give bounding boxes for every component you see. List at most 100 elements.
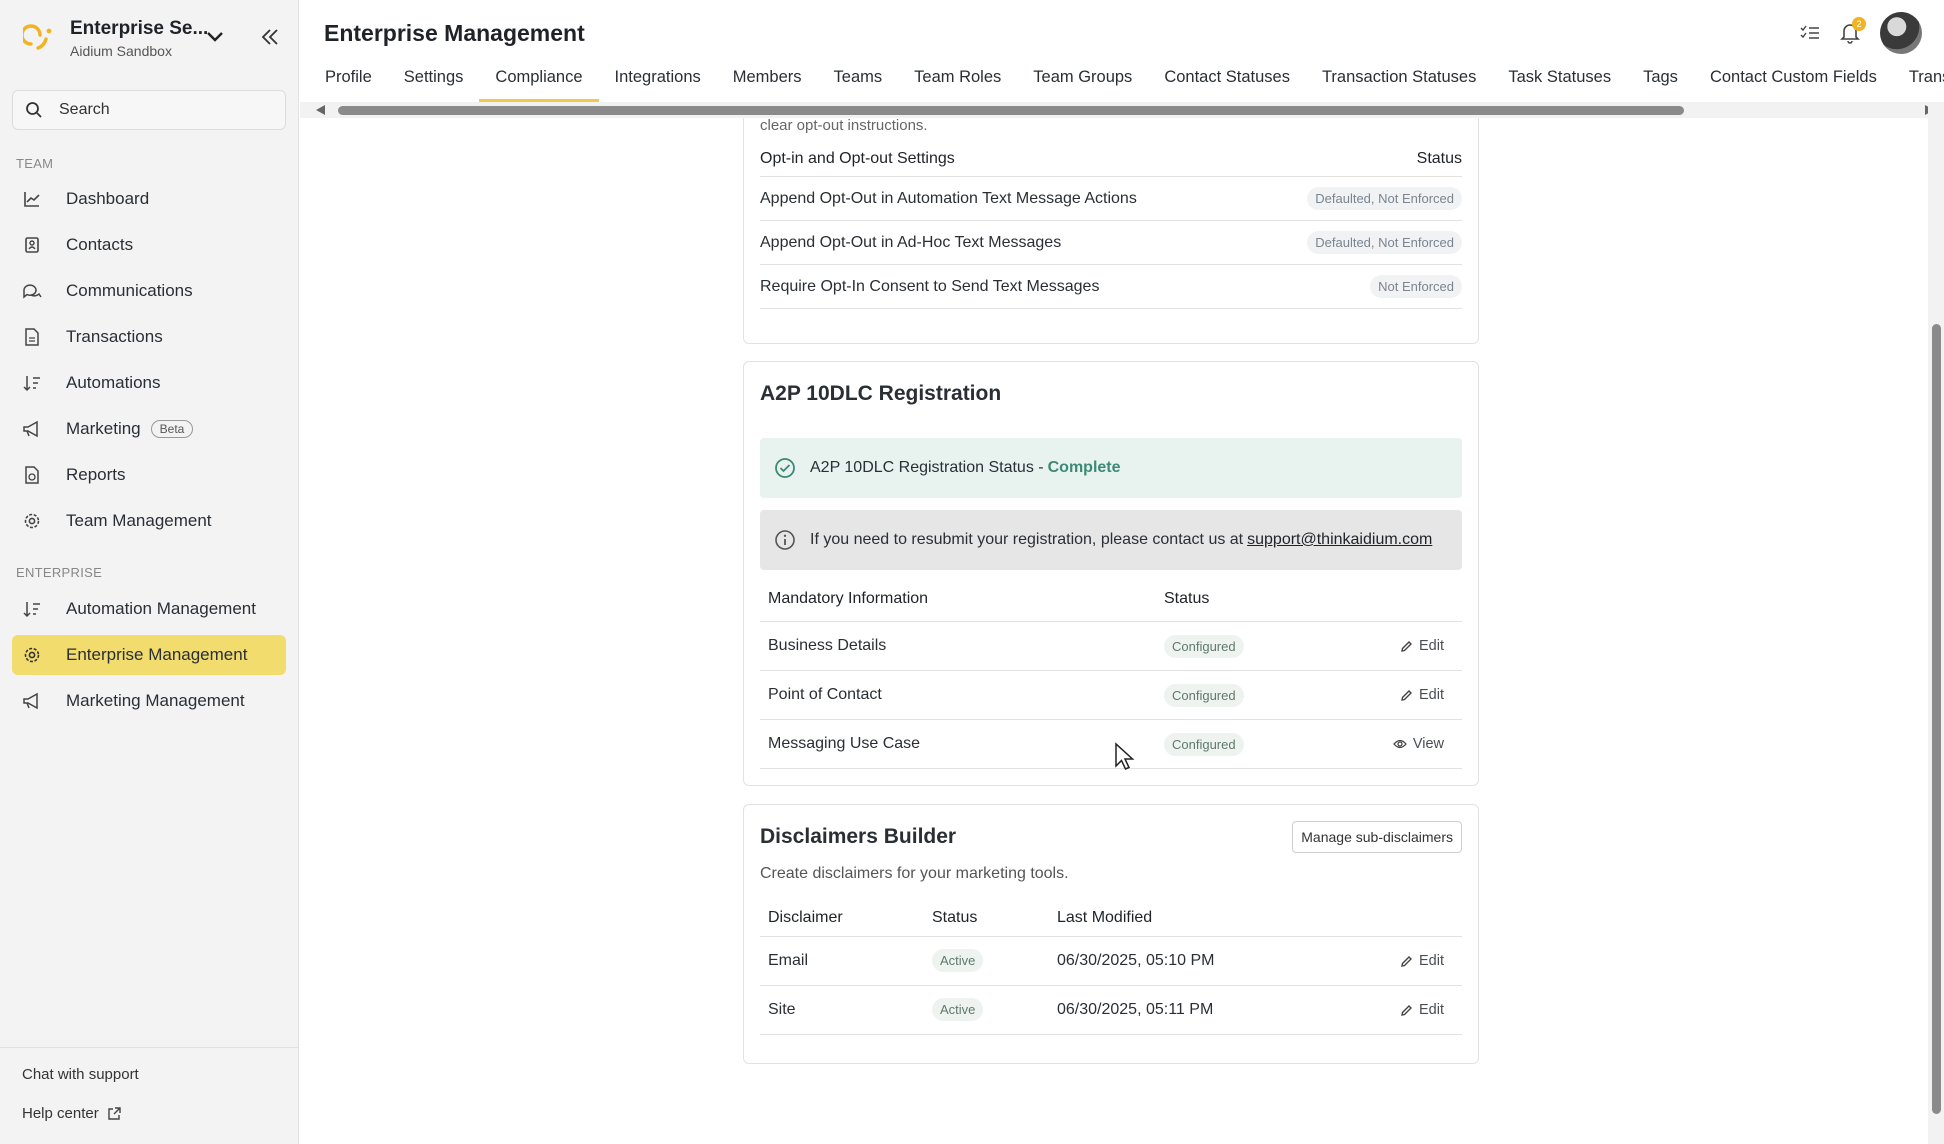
edit-label: Edit (1419, 638, 1444, 654)
view-button[interactable]: View (1392, 736, 1444, 752)
a2p-card: A2P 10DLC Registration A2P 10DLC Registr… (743, 361, 1479, 786)
sidebar-item-automations[interactable]: Automations (12, 363, 286, 403)
tab-tags[interactable]: Tags (1627, 60, 1694, 102)
tab-compliance[interactable]: Compliance (479, 60, 599, 102)
table-row: Business Details Configured Edit (760, 622, 1462, 671)
a2p-table-header: Mandatory Information Status (760, 570, 1462, 622)
support-email-link[interactable]: support@thinkaidium.com (1247, 531, 1432, 549)
a2p-status-banner: A2P 10DLC Registration Status - Complete (760, 438, 1462, 498)
vertical-scrollbar[interactable] (1928, 102, 1944, 1144)
a2p-title: A2P 10DLC Registration (760, 382, 1002, 405)
search-input[interactable]: Search (12, 90, 286, 130)
eye-icon (1392, 739, 1407, 749)
tab-teams[interactable]: Teams (818, 60, 899, 102)
help-center-label: Help center (22, 1105, 99, 1122)
sidebar-item-dashboard[interactable]: Dashboard (12, 179, 286, 219)
tab-contact-statuses[interactable]: Contact Statuses (1148, 60, 1306, 102)
status-badge: Configured (1164, 683, 1244, 707)
chat-support-link[interactable]: Chat with support (22, 1066, 139, 1083)
external-link-icon (108, 1106, 121, 1120)
team-section-label: TEAM (16, 156, 54, 171)
edit-button[interactable]: Edit (1400, 953, 1444, 969)
table-row: Point of Contact Configured Edit (760, 671, 1462, 720)
disclaimers-description: Create disclaimers for your marketing to… (760, 865, 1069, 882)
org-switcher[interactable]: Enterprise Se... Aidium Sandbox (22, 18, 208, 59)
sidebar-item-automation-management[interactable]: Automation Management (12, 589, 286, 629)
tab-contact-custom-fields[interactable]: Contact Custom Fields (1694, 60, 1893, 102)
sidebar-item-marketing[interactable]: Marketing Beta (12, 409, 286, 449)
manage-sub-disclaimers-button[interactable]: Manage sub-disclaimers (1292, 821, 1462, 853)
sidebar-item-marketing-management[interactable]: Marketing Management (12, 681, 286, 721)
edit-button[interactable]: Edit (1400, 687, 1444, 703)
avatar[interactable] (1880, 12, 1922, 54)
sidebar-item-contacts[interactable]: Contacts (12, 225, 286, 265)
a2p-col-info: Mandatory Information (768, 589, 929, 607)
gear-icon (22, 511, 42, 531)
disclaimer-name: Email (768, 952, 809, 969)
tab-members[interactable]: Members (717, 60, 818, 102)
bell-icon[interactable]: 2 (1836, 17, 1866, 47)
sidebar-item-communications[interactable]: Communications (12, 271, 286, 311)
status-badge: Defaulted, Not Enforced (1307, 231, 1462, 254)
chevron-down-icon[interactable] (206, 30, 224, 48)
sidebar-item-label: Automations (66, 373, 161, 392)
tab-task-statuses[interactable]: Task Statuses (1492, 60, 1627, 102)
view-label: View (1412, 736, 1444, 752)
tab-transaction-custom-fields[interactable]: Transaction Cu (1893, 60, 1944, 102)
main-content: clear opt-out instructions. Opt-in and O… (300, 118, 1928, 1144)
pencil-icon (1401, 640, 1412, 652)
optin-setting-label: Append Opt-Out in Automation Text Messag… (760, 189, 1137, 207)
megaphone-icon (22, 419, 42, 439)
help-center-link[interactable]: Help center (22, 1105, 121, 1122)
search-icon (26, 102, 42, 118)
gear-icon (22, 645, 42, 665)
org-subtitle: Aidium Sandbox (70, 43, 172, 59)
disclaimers-col-name: Disclaimer (768, 908, 843, 926)
a2p-status-text: A2P 10DLC Registration Status - (810, 459, 1044, 476)
status-badge: Configured (1164, 634, 1244, 658)
scroll-left-icon[interactable] (316, 105, 325, 115)
document-icon (22, 327, 42, 347)
table-row: Email Active 06/30/2025, 05:10 PM Edit (760, 937, 1462, 986)
tab-integrations[interactable]: Integrations (599, 60, 717, 102)
table-row: Site Active 06/30/2025, 05:11 PM Edit (760, 986, 1462, 1035)
table-row: Append Opt-Out in Ad-Hoc Text Messages D… (760, 221, 1462, 265)
sidebar-item-reports[interactable]: Reports (12, 455, 286, 495)
pencil-icon (1401, 955, 1412, 967)
edit-label: Edit (1419, 687, 1444, 703)
sidebar-item-enterprise-management[interactable]: Enterprise Management (12, 635, 286, 675)
edit-button[interactable]: Edit (1400, 1002, 1444, 1018)
tab-transaction-statuses[interactable]: Transaction Statuses (1306, 60, 1492, 102)
sidebar-item-label: Dashboard (66, 189, 150, 208)
sidebar-item-label: Transactions (66, 327, 163, 346)
sidebar-item-label: Marketing Management (66, 691, 245, 710)
status-badge: Active (932, 998, 984, 1021)
tab-settings[interactable]: Settings (388, 60, 480, 102)
tab-team-roles[interactable]: Team Roles (898, 60, 1017, 102)
edit-button[interactable]: Edit (1400, 638, 1444, 654)
tab-bar: Profile Settings Compliance Integrations Mem… (300, 60, 1944, 102)
mouse-cursor-icon (1115, 742, 1135, 770)
sidebar-item-label: Contacts (66, 235, 134, 254)
edit-label: Edit (1419, 953, 1444, 969)
header-actions: 2 (1784, 12, 1922, 54)
edit-label: Edit (1419, 1002, 1444, 1018)
tab-profile[interactable]: Profile (300, 60, 388, 102)
disclaimer-name: Site (768, 1001, 796, 1018)
task-list-icon[interactable] (1796, 19, 1824, 47)
sidebar-item-team-management[interactable]: Team Management (12, 501, 286, 541)
a2p-info-label: Point of Contact (768, 686, 882, 703)
sidebar-item-label: Marketing (66, 419, 141, 438)
horizontal-scroll-thumb[interactable] (338, 106, 1684, 115)
horizontal-scrollbar[interactable] (300, 102, 1944, 118)
last-modified: 06/30/2025, 05:10 PM (1057, 952, 1215, 969)
chart-line-icon (22, 189, 42, 209)
tab-team-groups[interactable]: Team Groups (1017, 60, 1148, 102)
optin-table-header: Opt-in and Opt-out Settings Status (760, 141, 1462, 177)
sidebar-item-label: Automation Management (66, 599, 256, 618)
collapse-sidebar-icon[interactable] (260, 28, 280, 51)
sidebar-item-transactions[interactable]: Transactions (12, 317, 286, 357)
sidebar-divider (0, 1047, 299, 1048)
vertical-scroll-thumb[interactable] (1932, 324, 1941, 1114)
enterprise-section-label: ENTERPRISE (16, 565, 103, 580)
